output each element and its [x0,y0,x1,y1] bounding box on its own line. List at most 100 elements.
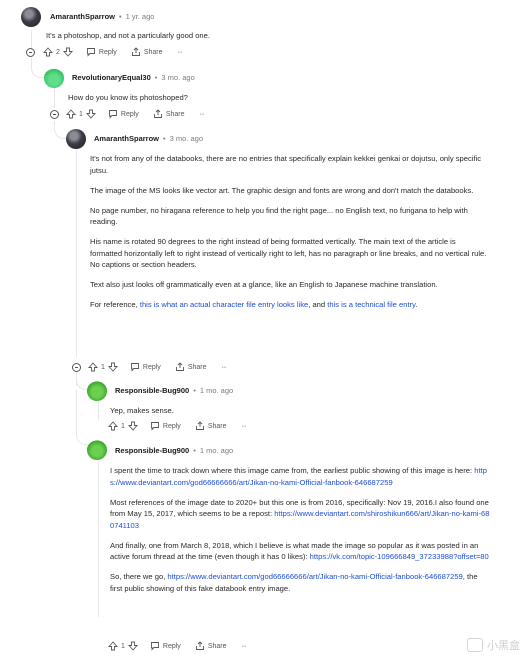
watermark: 小黑盒 [467,637,520,653]
downvote-icon[interactable] [62,47,73,57]
reference-mid: , and [308,300,326,309]
reply-icon [86,48,95,57]
separator-dot: • [193,386,196,395]
avatar[interactable] [87,381,107,401]
avatar[interactable] [66,129,86,149]
comment-body: I spent the time to track down where thi… [110,465,490,603]
avatar[interactable] [21,7,41,27]
comment-actions: 1 Reply Share ··· [107,421,247,431]
comment-paragraph: No page number, no hiragana reference to… [90,205,468,227]
more-options-button[interactable]: ··· [200,111,205,118]
timestamp[interactable]: 1 mo. ago [200,446,233,455]
author-name[interactable]: AmaranthSparrow [94,134,159,143]
separator-dot: • [119,12,122,21]
thread-connector [76,376,88,390]
comment-paragraph: The image of the MS looks like vector ar… [90,185,474,195]
share-button[interactable]: Share [195,641,227,651]
reply-label: Reply [162,422,181,430]
share-button[interactable]: Share [153,109,185,119]
author-name[interactable]: RevolutionaryEqual30 [72,73,151,82]
comment-header: RevolutionaryEqual30 • 3 mo. ago [72,73,195,82]
share-button[interactable]: Share [175,362,207,372]
collapse-thread-button[interactable] [26,47,35,57]
more-options-button[interactable]: ··· [242,643,247,650]
comment-text: It's a photoshop, and not a particularly… [46,31,210,40]
reply-icon [130,363,139,372]
reply-button[interactable]: Reply [150,421,181,431]
downvote-icon[interactable] [107,362,118,372]
reply-button[interactable]: Reply [108,109,139,119]
share-button[interactable]: Share [195,421,227,431]
share-button[interactable]: Share [131,47,163,57]
avatar[interactable] [44,68,64,88]
reply-button[interactable]: Reply [150,641,181,651]
timestamp[interactable]: 1 yr. ago [126,12,155,21]
comment-header: Responsible-Bug900 • 1 mo. ago [115,386,233,395]
paragraph-text: I spent the time to track down where thi… [110,466,475,475]
comment-paragraph: And finally, one from March 8, 2018, whi… [110,540,490,563]
vk-forum-link[interactable]: https://vk.com/topic-109666849_37233988?… [310,552,489,561]
vote-count: 2 [56,48,60,56]
upvote-icon[interactable] [107,421,119,431]
comment-actions: 1 Reply Share ··· [107,641,247,651]
comment-paragraph: His name is rotated 90 degrees to the ri… [90,237,487,269]
reply-label: Reply [142,363,161,371]
more-options-button[interactable]: ··· [242,423,247,430]
upvote-icon[interactable] [65,109,77,119]
reference-suffix: . [415,300,418,309]
comment-paragraph: So, there we go, https://www.deviantart.… [110,571,490,594]
share-label: Share [187,363,207,371]
comment-header: AmaranthSparrow • 1 yr. ago [50,12,154,21]
share-label: Share [207,642,227,650]
separator-dot: • [154,73,158,82]
more-options-button[interactable]: ··· [178,49,183,56]
timestamp[interactable]: 3 mo. ago [161,73,194,82]
share-icon [153,109,162,118]
comment-paragraph: I spent the time to track down where thi… [110,465,490,488]
reply-button[interactable]: Reply [86,47,117,57]
thread-line [98,402,99,420]
watermark-logo-icon [467,638,483,652]
technical-file-link[interactable]: this is a technical file entry [327,300,415,309]
upvote-icon[interactable] [87,362,99,372]
upvote-icon[interactable] [107,641,119,651]
deviantart-link[interactable]: https://www.deviantart.com/god66666666/a… [167,572,462,581]
author-name[interactable]: Responsible-Bug900 [115,446,189,455]
comment-text: How do you know its photoshoped? [68,93,188,102]
vote-count: 1 [121,642,125,650]
thread-connector [76,390,88,445]
downvote-icon[interactable] [85,109,96,119]
author-name[interactable]: Responsible-Bug900 [115,386,189,395]
reply-icon [150,642,159,651]
reply-label: Reply [162,642,181,650]
downvote-icon[interactable] [127,641,138,651]
comment-actions: 1 Reply Share ··· [72,362,227,372]
reply-label: Reply [98,48,117,56]
author-name[interactable]: AmaranthSparrow [50,12,115,21]
separator-dot: • [163,134,166,143]
thread-line [98,462,99,617]
reference-prefix: For reference, [90,300,138,309]
downvote-icon[interactable] [127,421,138,431]
comment-header: AmaranthSparrow • 3 mo. ago [94,134,203,143]
share-label: Share [207,422,227,430]
share-icon [131,47,140,56]
reply-label: Reply [120,110,139,118]
avatar[interactable] [87,440,107,460]
watermark-text: 小黑盒 [487,640,520,652]
comment-paragraph: For reference, this is what an actual ch… [90,299,488,311]
comment-actions: 1 Reply Share ··· [50,109,205,119]
comment-paragraph: Text also just looks off grammatically e… [90,280,438,289]
timestamp[interactable]: 1 mo. ago [200,386,233,395]
comment-text: Yep, makes sense. [110,406,174,415]
timestamp[interactable]: 3 mo. ago [170,134,203,143]
share-icon [195,421,204,430]
collapse-thread-button[interactable] [72,362,81,372]
upvote-icon[interactable] [42,47,54,57]
paragraph-text: So, there we go, [110,572,168,581]
collapse-thread-button[interactable] [50,109,59,119]
comment-actions: 2 Reply Share ··· [26,47,183,57]
more-options-button[interactable]: ··· [222,364,227,371]
character-file-link[interactable]: this is what an actual character file en… [140,300,308,309]
reply-button[interactable]: Reply [130,362,161,372]
